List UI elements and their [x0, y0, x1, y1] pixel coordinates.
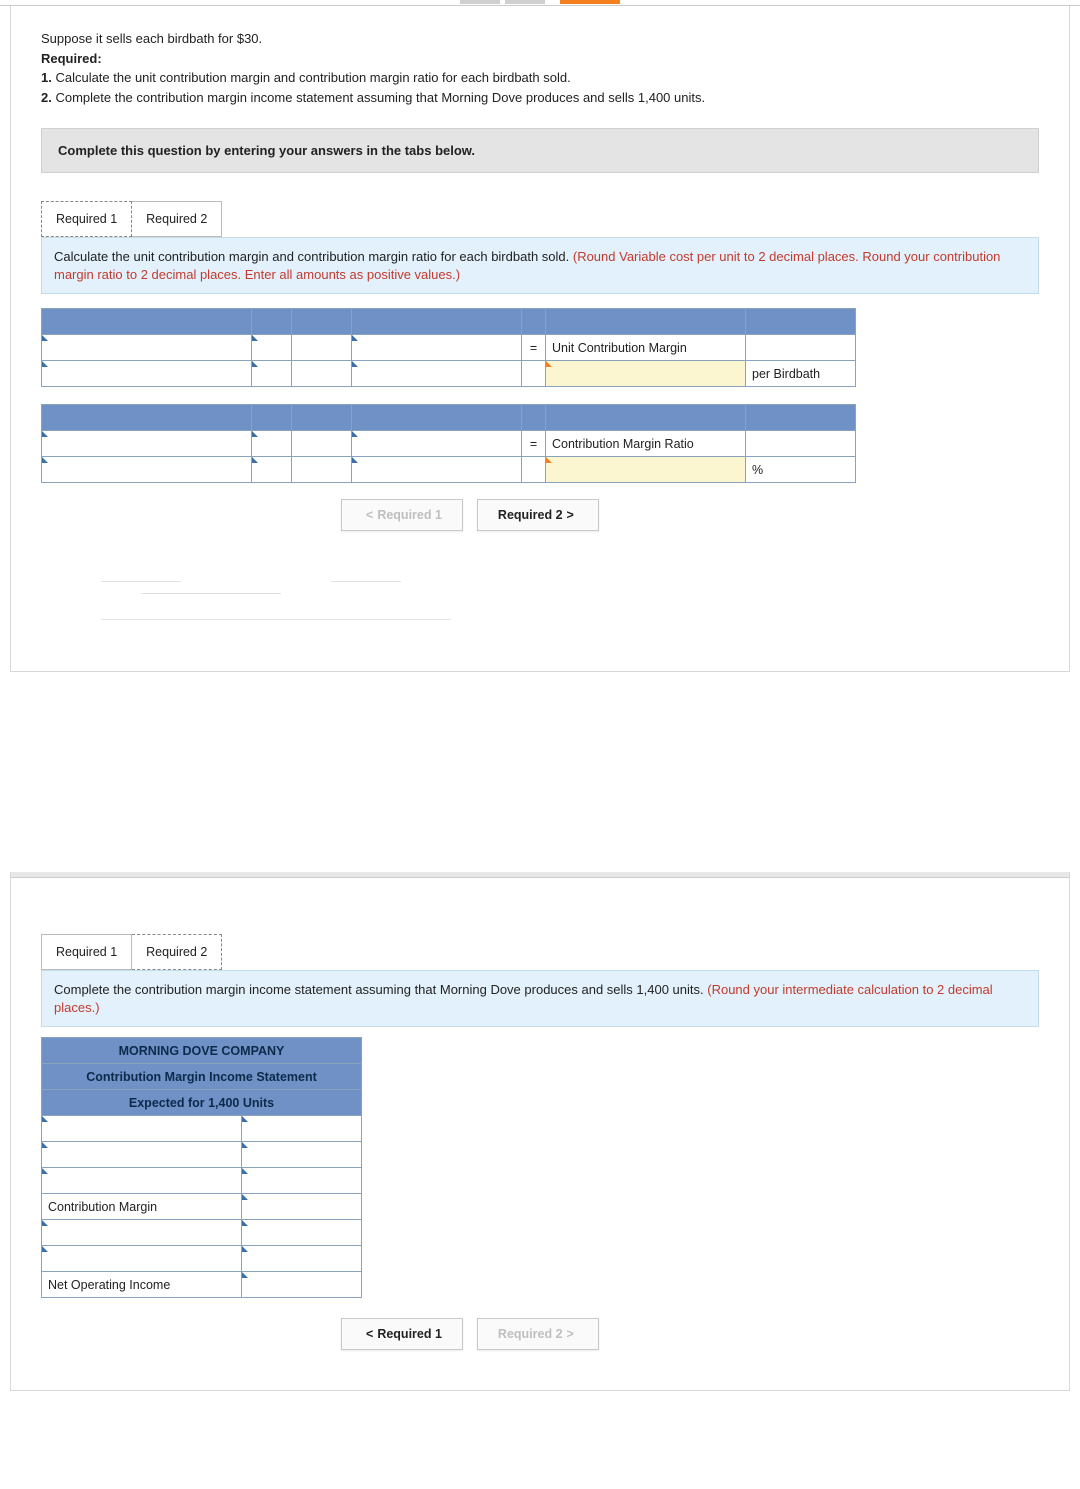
- net-operating-income-row: Net Operating Income: [42, 1272, 242, 1298]
- units-header: Expected for 1,400 Units: [42, 1090, 362, 1116]
- input-cell[interactable]: [242, 1116, 362, 1142]
- input-cell[interactable]: [242, 1246, 362, 1272]
- ucm-label: Unit Contribution Margin: [546, 335, 746, 361]
- ucm-result-input[interactable]: [546, 361, 746, 387]
- requirement-1: 1. Calculate the unit contribution margi…: [41, 69, 1039, 87]
- cmr-result-input[interactable]: [546, 457, 746, 483]
- decorative-lines: [101, 571, 1039, 631]
- company-header: MORNING DOVE COMPANY: [42, 1038, 362, 1064]
- input-cell[interactable]: [42, 1116, 242, 1142]
- next-required-2-button[interactable]: Required 2>: [477, 499, 599, 531]
- chevron-left-icon: <: [366, 508, 373, 522]
- nav-buttons-1: <Required 1 Required 2>: [341, 499, 1039, 531]
- chevron-right-icon: >: [567, 508, 574, 522]
- input-cell[interactable]: [252, 335, 292, 361]
- cmr-label: Contribution Margin Ratio: [546, 431, 746, 457]
- input-cell[interactable]: [42, 335, 252, 361]
- question-panel-2: Required 1 Required 2 Complete the contr…: [10, 872, 1070, 1391]
- next-required-2-button[interactable]: Required 2>: [477, 1318, 599, 1350]
- input-cell[interactable]: [352, 431, 522, 457]
- equals-sign: =: [522, 431, 546, 457]
- input-cell[interactable]: [252, 457, 292, 483]
- input-cell[interactable]: [42, 431, 252, 457]
- prev-required-1-button[interactable]: <Required 1: [341, 499, 463, 531]
- question-panel-1: Suppose it sells each birdbath for $30. …: [10, 6, 1070, 672]
- tab-required-1[interactable]: Required 1: [41, 201, 132, 237]
- input-cell[interactable]: [352, 361, 522, 387]
- tab-instruction-2: Complete the contribution margin income …: [41, 970, 1039, 1027]
- tabs-row-2: Required 1 Required 2: [41, 934, 1039, 970]
- input-cell[interactable]: [42, 1246, 242, 1272]
- tab-required-2[interactable]: Required 2: [132, 934, 222, 970]
- per-birdbath-label: per Birdbath: [746, 361, 856, 387]
- input-cell[interactable]: [252, 361, 292, 387]
- input-cell[interactable]: [242, 1142, 362, 1168]
- input-cell[interactable]: [242, 1168, 362, 1194]
- input-cell[interactable]: [42, 361, 252, 387]
- tabs-row-1: Required 1 Required 2: [41, 201, 1039, 237]
- chevron-left-icon: <: [366, 1327, 373, 1341]
- requirement-2: 2. Complete the contribution margin inco…: [41, 89, 1039, 107]
- required-label: Required:: [41, 50, 1039, 68]
- progress-bar: [0, 0, 1080, 6]
- input-cell[interactable]: [352, 335, 522, 361]
- tab-instruction-1: Calculate the unit contribution margin a…: [41, 237, 1039, 294]
- input-cell[interactable]: [242, 1194, 362, 1220]
- input-cell[interactable]: [242, 1220, 362, 1246]
- tab-required-2[interactable]: Required 2: [132, 201, 222, 237]
- chevron-right-icon: >: [567, 1327, 574, 1341]
- instruction-banner: Complete this question by entering your …: [41, 128, 1039, 173]
- income-statement-table: MORNING DOVE COMPANY Contribution Margin…: [41, 1037, 362, 1298]
- input-cell[interactable]: [42, 457, 252, 483]
- input-cell[interactable]: [242, 1272, 362, 1298]
- nav-buttons-2: <Required 1 Required 2>: [341, 1318, 1039, 1350]
- equals-sign: =: [522, 335, 546, 361]
- statement-header: Contribution Margin Income Statement: [42, 1064, 362, 1090]
- input-cell[interactable]: [42, 1168, 242, 1194]
- intro-line: Suppose it sells each birdbath for $30.: [41, 30, 1039, 48]
- question-intro: Suppose it sells each birdbath for $30. …: [41, 30, 1039, 106]
- input-cell[interactable]: [42, 1142, 242, 1168]
- contribution-margin-table: = Unit Contribution Margin per Birdbath: [41, 308, 856, 483]
- input-cell[interactable]: [252, 431, 292, 457]
- percent-label: %: [746, 457, 856, 483]
- tab-required-1[interactable]: Required 1: [41, 934, 132, 970]
- input-cell[interactable]: [352, 457, 522, 483]
- prev-required-1-button[interactable]: <Required 1: [341, 1318, 463, 1350]
- input-cell[interactable]: [42, 1220, 242, 1246]
- contribution-margin-row: Contribution Margin: [42, 1194, 242, 1220]
